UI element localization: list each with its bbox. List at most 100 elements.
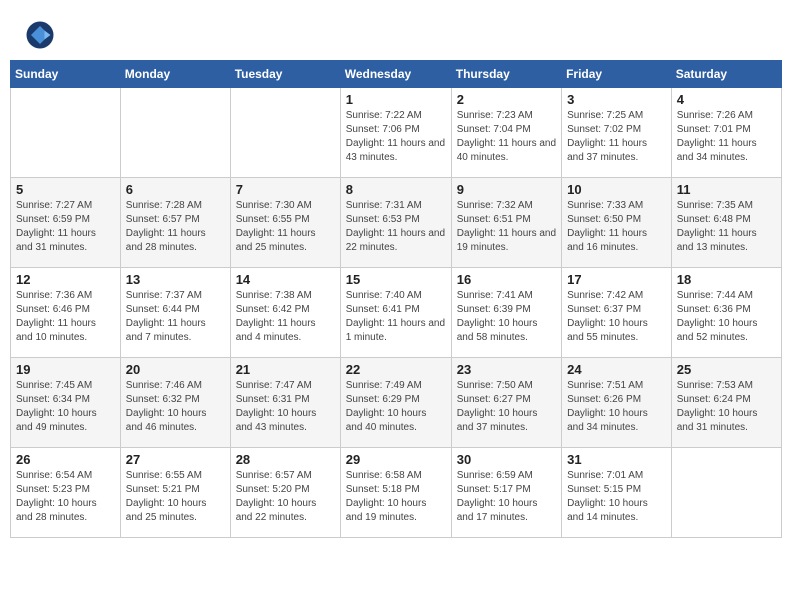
- calendar-header-saturday: Saturday: [671, 61, 781, 88]
- day-info: Sunrise: 6:57 AM Sunset: 5:20 PM Dayligh…: [236, 469, 335, 525]
- calendar-cell: 7 Sunrise: 7:30 AM Sunset: 6:55 PM Daylig…: [230, 178, 340, 268]
- day-number: 20: [126, 362, 225, 377]
- calendar-cell: [11, 88, 121, 178]
- day-info: Sunrise: 7:50 AM Sunset: 6:27 PM Dayligh…: [457, 379, 556, 435]
- calendar-cell: 11 Sunrise: 7:35 AM Sunset: 6:48 PM Dayli…: [671, 178, 781, 268]
- calendar-cell: 26 Sunrise: 6:54 AM Sunset: 5:23 PM Dayli…: [11, 448, 121, 538]
- page-header: [10, 10, 782, 55]
- calendar-cell: 27Sunrise: 6:55 AM Sunset: 5:21 PM Dayli…: [120, 448, 230, 538]
- day-number: 13: [126, 272, 225, 287]
- day-info: Sunrise: 7:32 AM Sunset: 6:51 PM Dayligh…: [457, 199, 556, 255]
- day-info: Sunrise: 7:41 AM Sunset: 6:39 PM Dayligh…: [457, 289, 556, 345]
- logo: [25, 20, 59, 50]
- day-info: Sunrise: 7:33 AM Sunset: 6:50 PM Dayligh…: [567, 199, 666, 255]
- calendar-cell: 23 Sunrise: 7:50 AM Sunset: 6:27 PM Dayli…: [451, 358, 561, 448]
- day-number: 12: [16, 272, 115, 287]
- calendar-cell: 13 Sunrise: 7:37 AM Sunset: 6:44 PM Dayli…: [120, 268, 230, 358]
- day-info: Sunrise: 6:59 AM Sunset: 5:17 PM Dayligh…: [457, 469, 556, 525]
- calendar-cell: 2 Sunrise: 7:23 AM Sunset: 7:04 PM Daylig…: [451, 88, 561, 178]
- day-info: Sunrise: 7:01 AM Sunset: 5:15 PM Dayligh…: [567, 469, 666, 525]
- calendar-cell: 21Sunrise: 7:47 AM Sunset: 6:31 PM Dayli…: [230, 358, 340, 448]
- calendar-cell: 29Sunrise: 6:58 AM Sunset: 5:18 PM Dayli…: [340, 448, 451, 538]
- day-number: 15: [346, 272, 446, 287]
- day-info: Sunrise: 7:53 AM Sunset: 6:24 PM Dayligh…: [677, 379, 776, 435]
- calendar-cell: 3 Sunrise: 7:25 AM Sunset: 7:02 PM Daylig…: [562, 88, 672, 178]
- calendar-cell: 5 Sunrise: 7:27 AM Sunset: 6:59 PM Daylig…: [11, 178, 121, 268]
- calendar-header-monday: Monday: [120, 61, 230, 88]
- day-number: 3: [567, 92, 666, 107]
- calendar-cell: 24 Sunrise: 7:51 AM Sunset: 6:26 PM Dayli…: [562, 358, 672, 448]
- day-info: Sunrise: 6:55 AM Sunset: 5:21 PM Dayligh…: [126, 469, 225, 525]
- day-number: 28: [236, 452, 335, 467]
- day-number: 25: [677, 362, 776, 377]
- day-info: Sunrise: 7:27 AM Sunset: 6:59 PM Dayligh…: [16, 199, 115, 255]
- day-info: Sunrise: 7:37 AM Sunset: 6:44 PM Dayligh…: [126, 289, 225, 345]
- day-info: Sunrise: 7:45 AM Sunset: 6:34 PM Dayligh…: [16, 379, 115, 435]
- day-info: Sunrise: 7:28 AM Sunset: 6:57 PM Dayligh…: [126, 199, 225, 255]
- day-number: 2: [457, 92, 556, 107]
- day-number: 10: [567, 182, 666, 197]
- calendar-header-sunday: Sunday: [11, 61, 121, 88]
- calendar-week-row: 1 Sunrise: 7:22 AM Sunset: 7:06 PM Daylig…: [11, 88, 782, 178]
- day-number: 7: [236, 182, 335, 197]
- day-info: Sunrise: 7:38 AM Sunset: 6:42 PM Dayligh…: [236, 289, 335, 345]
- day-number: 14: [236, 272, 335, 287]
- calendar-cell: 19 Sunrise: 7:45 AM Sunset: 6:34 PM Dayli…: [11, 358, 121, 448]
- calendar-header-friday: Friday: [562, 61, 672, 88]
- day-info: Sunrise: 7:44 AM Sunset: 6:36 PM Dayligh…: [677, 289, 776, 345]
- day-number: 26: [16, 452, 115, 467]
- calendar-cell: 12 Sunrise: 7:36 AM Sunset: 6:46 PM Dayli…: [11, 268, 121, 358]
- calendar-cell: 10 Sunrise: 7:33 AM Sunset: 6:50 PM Dayli…: [562, 178, 672, 268]
- calendar-cell: 20Sunrise: 7:46 AM Sunset: 6:32 PM Dayli…: [120, 358, 230, 448]
- day-number: 22: [346, 362, 446, 377]
- calendar-cell: 8Sunrise: 7:31 AM Sunset: 6:53 PM Daylig…: [340, 178, 451, 268]
- day-info: Sunrise: 7:49 AM Sunset: 6:29 PM Dayligh…: [346, 379, 446, 435]
- calendar-week-row: 26 Sunrise: 6:54 AM Sunset: 5:23 PM Dayli…: [11, 448, 782, 538]
- day-number: 8: [346, 182, 446, 197]
- day-info: Sunrise: 7:36 AM Sunset: 6:46 PM Dayligh…: [16, 289, 115, 345]
- logo-icon: [25, 20, 55, 50]
- day-number: 9: [457, 182, 556, 197]
- day-info: Sunrise: 7:25 AM Sunset: 7:02 PM Dayligh…: [567, 109, 666, 165]
- calendar-week-row: 19 Sunrise: 7:45 AM Sunset: 6:34 PM Dayli…: [11, 358, 782, 448]
- day-number: 21: [236, 362, 335, 377]
- calendar-header-thursday: Thursday: [451, 61, 561, 88]
- day-info: Sunrise: 7:22 AM Sunset: 7:06 PM Dayligh…: [346, 109, 446, 165]
- day-number: 19: [16, 362, 115, 377]
- day-info: Sunrise: 6:58 AM Sunset: 5:18 PM Dayligh…: [346, 469, 446, 525]
- day-info: Sunrise: 6:54 AM Sunset: 5:23 PM Dayligh…: [16, 469, 115, 525]
- calendar-header-row: SundayMondayTuesdayWednesdayThursdayFrid…: [11, 61, 782, 88]
- day-number: 24: [567, 362, 666, 377]
- day-info: Sunrise: 7:42 AM Sunset: 6:37 PM Dayligh…: [567, 289, 666, 345]
- calendar-cell: 22 Sunrise: 7:49 AM Sunset: 6:29 PM Dayli…: [340, 358, 451, 448]
- calendar-cell: 30 Sunrise: 6:59 AM Sunset: 5:17 PM Dayli…: [451, 448, 561, 538]
- day-info: Sunrise: 7:26 AM Sunset: 7:01 PM Dayligh…: [677, 109, 776, 165]
- day-info: Sunrise: 7:30 AM Sunset: 6:55 PM Dayligh…: [236, 199, 335, 255]
- day-info: Sunrise: 7:35 AM Sunset: 6:48 PM Dayligh…: [677, 199, 776, 255]
- day-info: Sunrise: 7:51 AM Sunset: 6:26 PM Dayligh…: [567, 379, 666, 435]
- calendar-cell: 18 Sunrise: 7:44 AM Sunset: 6:36 PM Dayli…: [671, 268, 781, 358]
- calendar-week-row: 12 Sunrise: 7:36 AM Sunset: 6:46 PM Dayli…: [11, 268, 782, 358]
- calendar-cell: [671, 448, 781, 538]
- day-number: 1: [346, 92, 446, 107]
- calendar-week-row: 5 Sunrise: 7:27 AM Sunset: 6:59 PM Daylig…: [11, 178, 782, 268]
- calendar-cell: 16Sunrise: 7:41 AM Sunset: 6:39 PM Dayli…: [451, 268, 561, 358]
- calendar-cell: [230, 88, 340, 178]
- calendar-cell: [120, 88, 230, 178]
- calendar-table: SundayMondayTuesdayWednesdayThursdayFrid…: [10, 60, 782, 538]
- day-number: 6: [126, 182, 225, 197]
- day-info: Sunrise: 7:23 AM Sunset: 7:04 PM Dayligh…: [457, 109, 556, 165]
- day-number: 23: [457, 362, 556, 377]
- day-number: 11: [677, 182, 776, 197]
- day-number: 4: [677, 92, 776, 107]
- day-info: Sunrise: 7:40 AM Sunset: 6:41 PM Dayligh…: [346, 289, 446, 345]
- calendar-cell: 1 Sunrise: 7:22 AM Sunset: 7:06 PM Daylig…: [340, 88, 451, 178]
- day-number: 30: [457, 452, 556, 467]
- calendar-cell: 28 Sunrise: 6:57 AM Sunset: 5:20 PM Dayli…: [230, 448, 340, 538]
- day-number: 5: [16, 182, 115, 197]
- calendar-cell: 31Sunrise: 7:01 AM Sunset: 5:15 PM Dayli…: [562, 448, 672, 538]
- day-number: 17: [567, 272, 666, 287]
- calendar-cell: 17 Sunrise: 7:42 AM Sunset: 6:37 PM Dayli…: [562, 268, 672, 358]
- day-number: 18: [677, 272, 776, 287]
- calendar-header-wednesday: Wednesday: [340, 61, 451, 88]
